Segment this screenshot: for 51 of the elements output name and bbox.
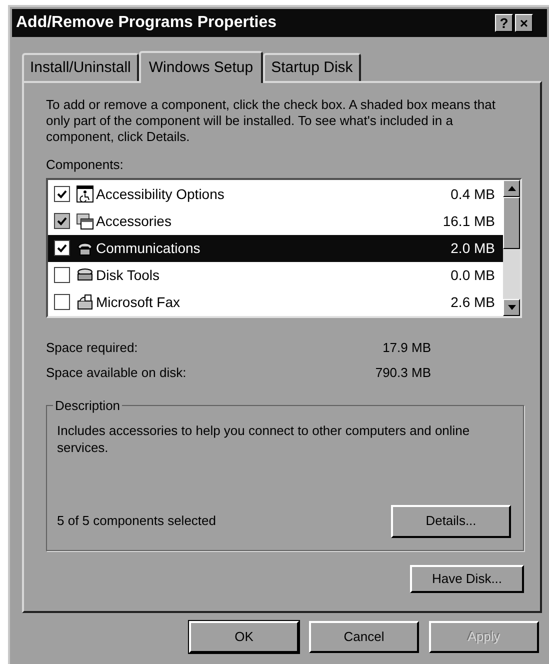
- up-arrow-icon: [508, 186, 516, 190]
- space-value: 17.9 MB: [382, 338, 431, 356]
- component-name: Accessibility Options: [96, 184, 226, 204]
- close-button[interactable]: ×: [515, 14, 533, 32]
- instructions-text: To add or remove a component, click the check box. A shaded box means that only part of the component will be installed. To see what's included in a component, click Details.: [46, 97, 496, 145]
- list-row[interactable]: Communications 2.0 MB: [48, 234, 503, 262]
- scrollbar[interactable]: [503, 180, 520, 316]
- dialog-button[interactable]: OK: [189, 621, 299, 653]
- component-name: Communications: [96, 238, 202, 258]
- checkmark-icon: [57, 217, 67, 226]
- checkbox[interactable]: [54, 267, 70, 283]
- space-label: Space available on disk:: [46, 364, 186, 382]
- checkbox[interactable]: [54, 186, 70, 202]
- scroll-thumb[interactable]: [503, 196, 520, 248]
- component-size: 0.0 MB: [450, 266, 495, 284]
- window-title: Add/Remove Programs Properties: [16, 13, 278, 33]
- component-name: Accessories: [96, 212, 172, 230]
- scroll-down-button[interactable]: [503, 298, 520, 316]
- scroll-up-button[interactable]: [503, 180, 520, 196]
- dialog-button[interactable]: Cancel: [309, 621, 419, 653]
- have-disk-button[interactable]: Have Disk...: [410, 564, 524, 592]
- help-button[interactable]: ?: [495, 14, 513, 32]
- component-name: Microsoft Fax: [96, 292, 182, 312]
- space-value: 790.3 MB: [375, 364, 431, 382]
- fax-machine-icon: [76, 293, 94, 311]
- checkbox[interactable]: [54, 213, 70, 229]
- component-size: 16.1 MB: [442, 212, 495, 230]
- list-row[interactable]: Accessibility Options 0.4 MB: [48, 180, 503, 208]
- checkbox[interactable]: [54, 240, 70, 256]
- list-row[interactable]: Disk Tools 0.0 MB: [48, 262, 503, 288]
- checkmark-icon: [57, 190, 67, 199]
- list-row[interactable]: Microsoft Fax 2.6 MB: [48, 288, 503, 316]
- component-size: 2.6 MB: [450, 292, 495, 312]
- component-size: 0.4 MB: [450, 184, 495, 204]
- tab[interactable]: Windows Setup: [138, 51, 264, 83]
- components-label: Components:: [46, 156, 124, 174]
- list-row[interactable]: Accessories 16.1 MB: [48, 208, 503, 234]
- accessibility-icon: [76, 185, 94, 203]
- selection-count: 5 of 5 components selected: [57, 512, 216, 530]
- tab[interactable]: Install/Uninstall: [22, 53, 139, 81]
- checkbox[interactable]: [54, 294, 70, 310]
- window-stack-icon: [76, 212, 94, 230]
- component-name: Disk Tools: [96, 266, 161, 284]
- down-arrow-icon: [508, 304, 516, 310]
- description-text: Includes accessories to help you connect to other computers and online services.: [57, 422, 471, 456]
- space-label: Space required:: [46, 338, 138, 357]
- tab[interactable]: Startup Disk: [263, 53, 361, 81]
- details-button[interactable]: Details...: [391, 504, 511, 538]
- components-list[interactable]: Accessibility Options 0.4 MB Accessories 16.1 MB Communications 2.0 MB Disk Tools 0.0 MB Microsoft Fax 2.6 MB: [46, 178, 522, 318]
- component-size: 2.0 MB: [450, 238, 495, 258]
- checkmark-icon: [57, 244, 67, 253]
